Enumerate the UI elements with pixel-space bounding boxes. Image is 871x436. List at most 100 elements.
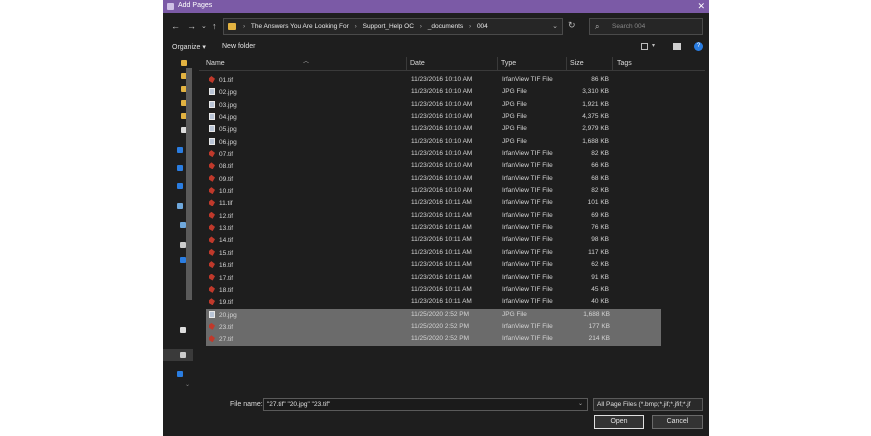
file-row[interactable]: 03.jpg 11/23/2016 10:10 AM JPG File 1,921 K…: [199, 99, 705, 111]
file-name-cell[interactable]: 04.jpg: [209, 113, 237, 121]
file-name-cell[interactable]: 06.jpg: [209, 137, 237, 146]
up-arrow-icon[interactable]: ↑: [212, 21, 217, 31]
file-name-cell[interactable]: 19.tif: [209, 298, 233, 306]
scrollbar-thumb[interactable]: [186, 68, 192, 300]
file-name: 04.jpg: [219, 114, 237, 122]
view-dropdown-icon[interactable]: ▾: [652, 42, 655, 49]
file-name-cell[interactable]: 16.tif: [209, 261, 233, 269]
this-pc-icon[interactable]: [177, 203, 183, 209]
file-row[interactable]: 17.tif 11/23/2016 10:11 AM IrfanView TIF F…: [199, 272, 705, 284]
organize-button[interactable]: Organize ▾: [172, 43, 206, 51]
column-header-size[interactable]: Size: [570, 60, 584, 67]
breadcrumb-item[interactable]: Support_Help OC: [363, 23, 414, 30]
file-row[interactable]: 05.jpg 11/23/2016 10:10 AM JPG File 2,979 K…: [199, 123, 705, 135]
forward-arrow-icon[interactable]: →: [187, 21, 196, 31]
jpg-file-icon: [209, 113, 215, 121]
file-row[interactable]: 07.tif 11/23/2016 10:10 AM IrfanView TIF F…: [199, 148, 705, 160]
file-row[interactable]: 09.tif 11/23/2016 10:10 AM IrfanView TIF F…: [199, 173, 705, 185]
file-name-cell[interactable]: 18.tif: [209, 285, 233, 294]
column-divider[interactable]: [566, 57, 567, 70]
file-name-input[interactable]: "27.tif" "20.jpg" "23.tif": [263, 398, 588, 411]
file-name-dropdown-icon[interactable]: ⌄: [578, 400, 583, 407]
network-icon[interactable]: [177, 371, 183, 377]
nav-scrollbar[interactable]: ⌄: [185, 62, 193, 388]
back-arrow-icon[interactable]: ←: [171, 21, 180, 31]
file-row[interactable]: 19.tif 11/23/2016 10:11 AM IrfanView TIF F…: [199, 296, 705, 308]
file-name-cell[interactable]: 27.tif: [209, 335, 233, 343]
file-name-cell[interactable]: 17.tif: [209, 273, 233, 282]
column-header-date[interactable]: Date: [410, 60, 425, 67]
file-row[interactable]: 15.tif 11/23/2016 10:11 AM IrfanView TIF F…: [199, 247, 705, 259]
new-folder-button[interactable]: New folder: [222, 43, 255, 50]
file-row[interactable]: 12.tif 11/23/2016 10:11 AM IrfanView TIF F…: [199, 210, 705, 222]
file-row-selected[interactable]: 27.tif 11/25/2020 2:52 PM IrfanView TIF Fi…: [206, 333, 661, 346]
file-name-cell[interactable]: 09.tif: [209, 174, 233, 183]
file-date: 11/23/2016 10:11 AM: [411, 298, 472, 306]
close-icon[interactable]: ✕: [697, 1, 705, 12]
file-date: 11/25/2020 2:52 PM: [411, 335, 470, 343]
address-dropdown-icon[interactable]: ⌄: [552, 22, 558, 30]
file-name: 11.tif: [219, 200, 233, 208]
file-row[interactable]: 18.tif 11/23/2016 10:11 AM IrfanView TIF F…: [199, 284, 705, 296]
file-row[interactable]: 16.tif 11/23/2016 10:11 AM IrfanView TIF F…: [199, 259, 705, 271]
preview-pane-icon[interactable]: [673, 43, 681, 50]
breadcrumb-item[interactable]: The Answers You Are Looking For: [251, 23, 349, 30]
file-name-cell[interactable]: 05.jpg: [209, 125, 237, 133]
file-row-selected[interactable]: 23.tif 11/25/2020 2:52 PM IrfanView TIF Fi…: [206, 320, 661, 334]
file-name-cell[interactable]: 03.jpg: [209, 100, 237, 109]
breadcrumb-separator-icon: ›: [243, 23, 246, 30]
cancel-button[interactable]: Cancel: [652, 415, 703, 429]
help-icon[interactable]: ?: [694, 42, 703, 51]
file-size: 82 KB: [591, 187, 609, 195]
file-date: 11/23/2016 10:10 AM: [411, 137, 473, 145]
file-date: 11/23/2016 10:10 AM: [411, 113, 473, 121]
file-row[interactable]: 01.tif 11/23/2016 10:10 AM IrfanView TIF F…: [199, 74, 705, 86]
scroll-down-icon[interactable]: ⌄: [185, 381, 190, 388]
file-row[interactable]: 08.tif 11/23/2016 10:10 AM IrfanView TIF F…: [199, 160, 705, 172]
file-row-selected[interactable]: 20.jpg 11/25/2020 2:52 PM JPG File 1,688 KB: [206, 308, 661, 321]
file-type-filter-select[interactable]: All Page Files (*.bmp;*.jif;*.jfif;*.jf: [593, 398, 703, 411]
breadcrumb-item[interactable]: 004: [477, 23, 488, 30]
column-divider[interactable]: [612, 57, 613, 70]
file-row[interactable]: 02.jpg 11/23/2016 10:10 AM JPG File 3,310 K…: [199, 86, 705, 98]
dropbox-icon[interactable]: [177, 147, 183, 153]
title-bar[interactable]: Add Pages ✕: [163, 0, 709, 13]
column-header-name[interactable]: Name: [206, 60, 225, 67]
refresh-icon[interactable]: ↻: [568, 20, 576, 31]
file-type: IrfanView TIF File: [502, 174, 553, 182]
file-row[interactable]: 10.tif 11/23/2016 10:10 AM IrfanView TIF F…: [199, 185, 705, 197]
file-row[interactable]: 04.jpg 11/23/2016 10:10 AM JPG File 4,375 K…: [199, 111, 705, 123]
open-button[interactable]: Open: [594, 415, 644, 429]
file-name-cell[interactable]: 02.jpg: [209, 88, 237, 96]
file-name-cell[interactable]: 07.tif: [209, 150, 233, 158]
file-name-cell[interactable]: 10.tif: [209, 187, 233, 195]
breadcrumb-item[interactable]: _documents: [428, 23, 463, 30]
file-name-cell[interactable]: 12.tif: [209, 211, 233, 220]
file-row[interactable]: 13.tif 11/23/2016 10:11 AM IrfanView TIF F…: [199, 222, 705, 234]
file-type: IrfanView TIF File: [502, 298, 553, 306]
recent-locations-chevron-icon[interactable]: ⌄: [201, 22, 207, 30]
irfanview-tif-icon: [209, 150, 215, 158]
irfanview-tif-icon: [209, 322, 215, 330]
search-input[interactable]: ⌕ Search 004: [589, 18, 703, 35]
address-bar[interactable]: › The Answers You Are Looking For › Supp…: [223, 18, 563, 35]
file-name-cell[interactable]: 20.jpg: [209, 310, 237, 319]
file-size: 214 KB: [588, 335, 610, 343]
column-divider[interactable]: [497, 57, 498, 70]
column-header-type[interactable]: Type: [501, 60, 516, 67]
onedrive-cloud-icon[interactable]: [177, 183, 183, 189]
file-row[interactable]: 11.tif 11/23/2016 10:11 AM IrfanView TIF F…: [199, 197, 705, 209]
view-options-icon[interactable]: [641, 43, 648, 50]
file-name-cell[interactable]: 11.tif: [209, 199, 233, 207]
file-name-cell[interactable]: 15.tif: [209, 248, 233, 257]
file-name-cell[interactable]: 13.tif: [209, 224, 233, 232]
file-row[interactable]: 06.jpg 11/23/2016 10:10 AM JPG File 1,688 K…: [199, 136, 705, 148]
column-divider[interactable]: [406, 57, 407, 70]
column-header-tags[interactable]: Tags: [617, 60, 632, 67]
file-row[interactable]: 14.tif 11/23/2016 10:11 AM IrfanView TIF F…: [199, 234, 705, 246]
file-name-cell[interactable]: 01.tif: [209, 76, 233, 84]
file-name-cell[interactable]: 14.tif: [209, 236, 233, 244]
file-name-cell[interactable]: 23.tif: [209, 322, 233, 331]
file-name-cell[interactable]: 08.tif: [209, 162, 233, 170]
app-icon[interactable]: [177, 165, 183, 171]
